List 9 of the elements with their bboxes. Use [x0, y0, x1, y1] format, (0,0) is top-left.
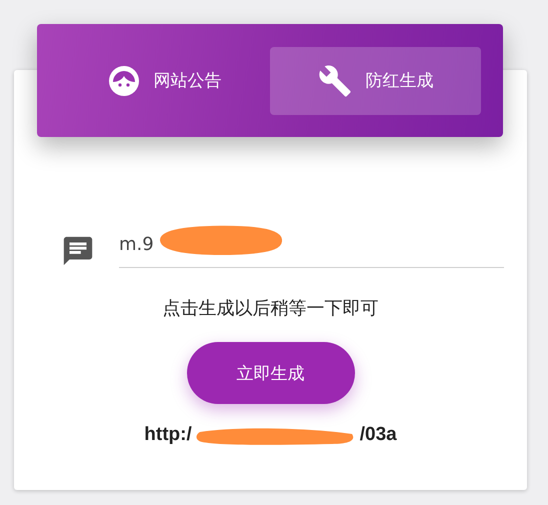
url-text: /03a [360, 424, 397, 446]
url-text: http:/ [144, 424, 192, 446]
face-icon [108, 64, 140, 96]
wrench-icon [318, 64, 352, 98]
tab[interactable]: 防红生成 [270, 46, 481, 114]
hint-text: 点击生成以后稍等一下即可 [162, 297, 378, 320]
input-field[interactable]: m.9 [119, 222, 504, 268]
tab[interactable]: 网站公告 [59, 46, 270, 114]
generate-button[interactable]: 立即生成 [186, 342, 354, 404]
